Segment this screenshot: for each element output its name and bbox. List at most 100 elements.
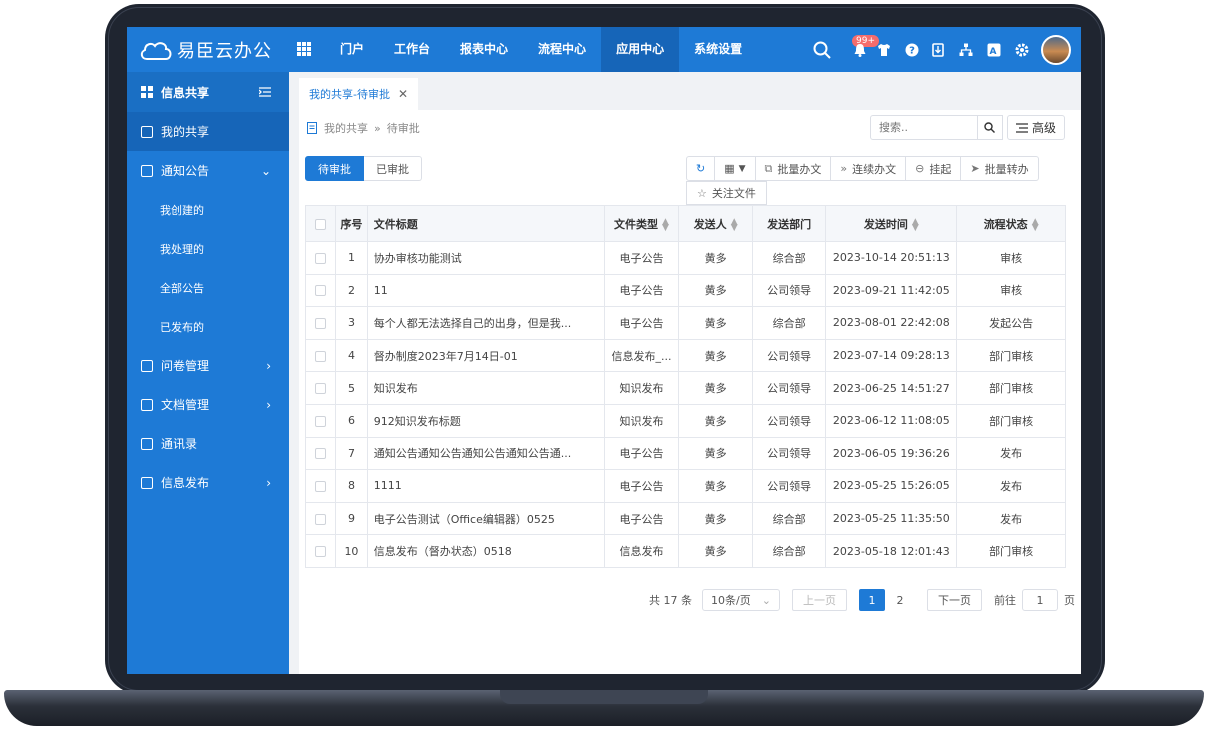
cell-type: 信息发布 <box>603 534 680 568</box>
cell-title[interactable]: 912知识发布标题 <box>366 403 605 438</box>
row-checkbox[interactable] <box>315 285 327 297</box>
advanced-search-button[interactable]: 高级 <box>1007 115 1065 140</box>
close-icon[interactable]: ✕ <box>398 87 408 101</box>
app-name: 易臣云办公 <box>177 41 272 62</box>
cell-dept: 公司领导 <box>751 403 827 438</box>
sidebar-item-docs[interactable]: 文档管理 › <box>127 385 289 424</box>
cell-time: 2023-05-25 15:26:05 <box>825 469 958 503</box>
translate-icon[interactable]: A <box>987 43 1001 57</box>
prev-page-button[interactable]: 上一页 <box>792 589 847 611</box>
row-checkbox[interactable] <box>315 480 327 492</box>
batch-process-button[interactable]: ⧉ 批量办文 <box>754 156 832 181</box>
batch-transfer-button[interactable]: ➤ 批量转办 <box>960 156 1039 181</box>
suspend-button[interactable]: ⊖ 挂起 <box>905 156 962 181</box>
cell-status: 部门审核 <box>956 338 1066 373</box>
table-row[interactable]: 3 每个人都无法选择自己的出身，但是我... 电子公告 黄多 综合部 2023-08-01… <box>304 306 1066 340</box>
sidebar-item-my-share[interactable]: 我的共享 <box>127 112 289 151</box>
nav-settings[interactable]: 系统设置 <box>679 27 757 72</box>
row-checkbox[interactable] <box>315 383 327 395</box>
nav-process[interactable]: 流程中心 <box>523 27 601 72</box>
cell-title[interactable]: 信息发布（督办状态）0518 <box>366 534 605 568</box>
next-page-button[interactable]: 下一页 <box>927 589 982 611</box>
cell-title[interactable]: 督办制度2023年7月14日-01 <box>366 338 605 373</box>
tab-pending[interactable]: 待审批 <box>305 156 364 181</box>
cell-type: 电子公告 <box>603 241 680 275</box>
cell-type: 信息发布_... <box>603 338 680 373</box>
search-input[interactable] <box>870 115 978 140</box>
nav-apps[interactable]: 应用中心 <box>601 27 680 72</box>
table-row[interactable]: 1 协办审核功能测试 电子公告 黄多 综合部 2023-10-14 20:51:13 审核 <box>304 241 1066 275</box>
main-area: 我的共享-待审批 ✕ 我的共享 » 待审批 搜索.. 高级 待审批 已审批 ↻ … <box>289 72 1081 674</box>
sidebar-item-notice[interactable]: 通知公告 ⌄ <box>127 151 289 190</box>
cell-title[interactable]: 协办审核功能测试 <box>366 241 605 275</box>
nav-portal[interactable]: 门户 <box>325 27 379 72</box>
col-time[interactable]: 发送时间 ▲ ▼ <box>825 205 958 242</box>
avatar[interactable] <box>1041 34 1071 65</box>
help-icon[interactable]: ? <box>905 43 919 57</box>
document-icon <box>307 122 317 134</box>
nav-workbench[interactable]: 工作台 <box>379 27 445 72</box>
sidebar-item-handled[interactable]: 我处理的 <box>127 229 289 268</box>
cell-dept: 综合部 <box>751 501 827 536</box>
sidebar-item-survey[interactable]: 问卷管理 › <box>127 346 289 385</box>
table-row[interactable]: 5 知识发布 知识发布 黄多 公司领导 2023-06-25 14:51:27 部门审核 <box>304 371 1066 405</box>
col-type[interactable]: 文件类型 ▲ ▼ <box>603 205 680 242</box>
tab-approved[interactable]: 已审批 <box>364 156 422 181</box>
gear-icon[interactable] <box>1015 43 1029 57</box>
table-row[interactable]: 10 信息发布（督办状态）0518 信息发布 黄多 综合部 2023-05-18 12:0… <box>304 534 1066 568</box>
tab-pending-approval[interactable]: 我的共享-待审批 ✕ <box>299 78 419 110</box>
select-all-checkbox[interactable] <box>315 218 327 230</box>
page-size-select[interactable]: 10条/页 ⌄ <box>702 589 780 611</box>
cell-title[interactable]: 11 <box>366 273 605 308</box>
apps-grid-icon[interactable] <box>297 42 311 56</box>
cell-title[interactable]: 电子公告测试（Office编辑器）0525 <box>366 501 605 536</box>
search-button[interactable] <box>977 115 1003 140</box>
refresh-button[interactable]: ↻ <box>686 156 716 181</box>
row-checkbox[interactable] <box>315 448 327 460</box>
col-status[interactable]: 流程状态 ▲ ▼ <box>956 205 1066 242</box>
table-row[interactable]: 6 912知识发布标题 知识发布 黄多 公司领导 2023-06-12 11:08:05 部… <box>304 403 1066 438</box>
org-chart-icon[interactable] <box>959 43 973 57</box>
table-row[interactable]: 9 电子公告测试（Office编辑器）0525 电子公告 黄多 综合部 2023-05-2… <box>304 501 1066 536</box>
row-checkbox[interactable] <box>315 546 327 558</box>
table-row[interactable]: 7 通知公告通知公告通知公告通知公告通... 电子公告 黄多 公司领导 2023-06-0… <box>304 436 1066 471</box>
sidebar-item-all-notice[interactable]: 全部公告 <box>127 268 289 307</box>
cell-title[interactable]: 知识发布 <box>366 371 605 405</box>
follow-file-button[interactable]: ☆ 关注文件 <box>686 181 767 205</box>
sidebar-item-publish[interactable]: 信息发布 › <box>127 463 289 502</box>
table-row[interactable]: 4 督办制度2023年7月14日-01 信息发布_... 黄多 公司领导 2023-07-… <box>304 338 1066 373</box>
cell-title[interactable]: 通知公告通知公告通知公告通知公告通... <box>366 436 605 471</box>
row-checkbox[interactable] <box>315 317 327 329</box>
sidebar-item-contacts[interactable]: 通讯录 <box>127 424 289 463</box>
columns-button[interactable]: ▦ ▼ <box>714 156 756 181</box>
row-checkbox[interactable] <box>315 513 327 525</box>
search-icon[interactable] <box>813 41 831 59</box>
col-sender[interactable]: 发送人 ▲ ▼ <box>678 205 753 242</box>
collapse-menu-icon[interactable] <box>259 87 271 97</box>
breadcrumb-item[interactable]: 我的共享 <box>324 120 368 136</box>
cell-type: 电子公告 <box>603 306 680 340</box>
page-number[interactable]: 1 <box>859 589 885 611</box>
shirt-icon[interactable] <box>877 43 891 57</box>
cell-status: 发布 <box>956 469 1066 503</box>
row-checkbox[interactable] <box>315 415 327 427</box>
cell-sender: 黄多 <box>678 273 753 308</box>
nav-reports[interactable]: 报表中心 <box>445 27 523 72</box>
cell-type: 知识发布 <box>603 403 680 438</box>
bell-icon[interactable] <box>853 43 867 57</box>
row-checkbox[interactable] <box>315 350 327 362</box>
download-icon[interactable] <box>931 42 945 57</box>
sidebar-item-published[interactable]: 已发布的 <box>127 307 289 346</box>
page-number[interactable]: 2 <box>887 589 913 611</box>
continuous-process-button[interactable]: » 连续办文 <box>830 156 907 181</box>
app-logo[interactable]: 易臣云办公 <box>139 37 272 63</box>
sidebar-item-created[interactable]: 我创建的 <box>127 190 289 229</box>
svg-text:?: ? <box>909 45 915 56</box>
cell-title[interactable]: 每个人都无法选择自己的出身，但是我... <box>366 306 605 340</box>
table-row[interactable]: 8 1111 电子公告 黄多 公司领导 2023-05-25 15:26:05 发布 <box>304 469 1066 503</box>
cell-title[interactable]: 1111 <box>366 469 605 503</box>
goto-page-input[interactable]: 1 <box>1022 589 1058 611</box>
row-checkbox[interactable] <box>315 252 327 264</box>
cell-sender: 黄多 <box>678 338 753 373</box>
table-row[interactable]: 2 11 电子公告 黄多 公司领导 2023-09-21 11:42:05 审核 <box>304 273 1066 308</box>
